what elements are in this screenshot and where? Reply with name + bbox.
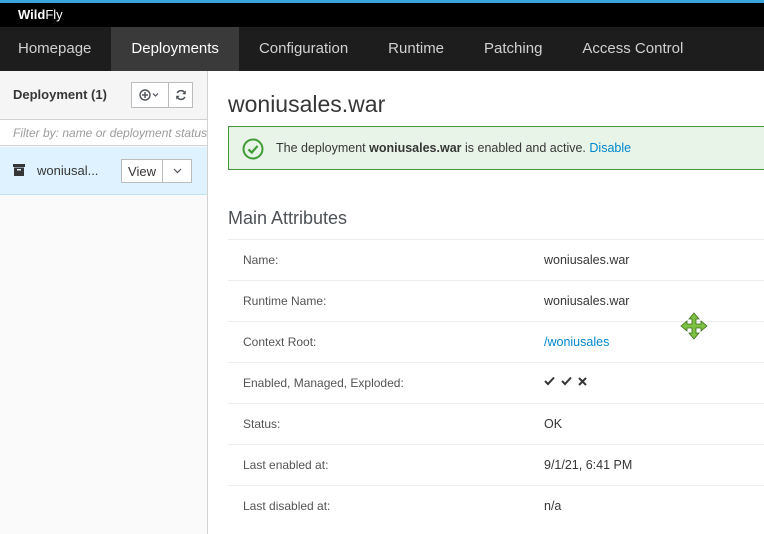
archive-icon xyxy=(13,164,25,176)
refresh-icon xyxy=(175,89,186,101)
attribute-label: Runtime Name: xyxy=(243,294,327,308)
deployment-details: woniusales.war The deployment woniusales… xyxy=(209,71,764,534)
section-title: Main Attributes xyxy=(228,208,348,228)
chevron-down-icon xyxy=(173,168,181,174)
attribute-row-status: Status: OK xyxy=(228,403,764,444)
attribute-label: Name: xyxy=(243,253,279,267)
deployment-actions: View xyxy=(121,159,192,183)
check-icon xyxy=(561,376,572,386)
nav-runtime[interactable]: Runtime xyxy=(368,27,464,71)
brand-light: Fly xyxy=(45,7,63,22)
deployment-list-item[interactable]: woniusal... View xyxy=(0,147,207,195)
attribute-label: Enabled, Managed, Exploded: xyxy=(243,376,404,390)
brand-bold: Wild xyxy=(18,7,46,22)
attribute-row-name: Name: woniusales.war xyxy=(228,239,764,280)
nav-configuration[interactable]: Configuration xyxy=(239,27,368,71)
actions-dropdown-button[interactable] xyxy=(163,159,192,183)
view-button[interactable]: View xyxy=(121,159,163,183)
sidebar-title: Deployment (1) xyxy=(13,87,107,102)
main-nav: Homepage Deployments Configuration Runti… xyxy=(0,27,764,71)
sidebar-toolbar xyxy=(131,82,193,108)
alert-suffix: is enabled and active. xyxy=(461,141,586,155)
attribute-label: Status: xyxy=(243,417,281,431)
attributes-table: Name: woniusales.war Runtime Name: woniu… xyxy=(228,239,764,526)
attribute-value: 9/1/21, 6:41 PM xyxy=(544,458,633,472)
nav-access-control[interactable]: Access Control xyxy=(562,27,703,71)
plus-circle-icon xyxy=(139,89,159,101)
check-circle-icon xyxy=(242,138,264,160)
page-title: woniusales.war xyxy=(228,91,386,117)
move-cursor-icon xyxy=(680,312,708,340)
attribute-label: Context Root: xyxy=(243,335,317,349)
attribute-row-flags: Enabled, Managed, Exploded: xyxy=(228,362,764,403)
brand-bar: WildFly xyxy=(0,3,764,27)
attribute-value: woniusales.war xyxy=(544,294,630,308)
brand-logo[interactable]: WildFly xyxy=(18,7,63,22)
add-deployment-button[interactable] xyxy=(131,82,169,108)
status-alert: The deployment woniusales.war is enabled… xyxy=(228,126,764,170)
nav-homepage[interactable]: Homepage xyxy=(0,27,111,71)
refresh-button[interactable] xyxy=(169,82,193,108)
deployment-name: woniusal... xyxy=(37,163,99,178)
attribute-row-last-enabled: Last enabled at: 9/1/21, 6:41 PM xyxy=(228,444,764,485)
flags-value xyxy=(544,376,587,386)
attribute-label: Last disabled at: xyxy=(243,499,331,513)
attribute-value: OK xyxy=(544,417,563,431)
context-root-link[interactable]: /woniusales xyxy=(544,335,609,349)
nav-patching[interactable]: Patching xyxy=(464,27,562,71)
attribute-value: woniusales.war xyxy=(544,253,630,267)
filter-box xyxy=(0,120,207,146)
filter-input[interactable] xyxy=(0,120,207,145)
attribute-label: Last enabled at: xyxy=(243,458,329,472)
attribute-row-last-disabled: Last disabled at: n/a xyxy=(228,485,764,526)
deployment-sidebar: Deployment (1) Filter by: name or deploy… xyxy=(0,71,208,534)
disable-link[interactable]: Disable xyxy=(589,141,631,155)
check-icon xyxy=(544,376,555,386)
x-icon xyxy=(578,376,587,386)
nav-deployments[interactable]: Deployments xyxy=(111,27,239,71)
alert-prefix: The deployment xyxy=(276,141,370,155)
sidebar-header: Deployment (1) xyxy=(0,71,207,120)
alert-deployment-name: woniusales.war xyxy=(369,141,462,155)
alert-message: The deployment woniusales.war is enabled… xyxy=(276,141,631,155)
attribute-value: n/a xyxy=(544,499,562,513)
